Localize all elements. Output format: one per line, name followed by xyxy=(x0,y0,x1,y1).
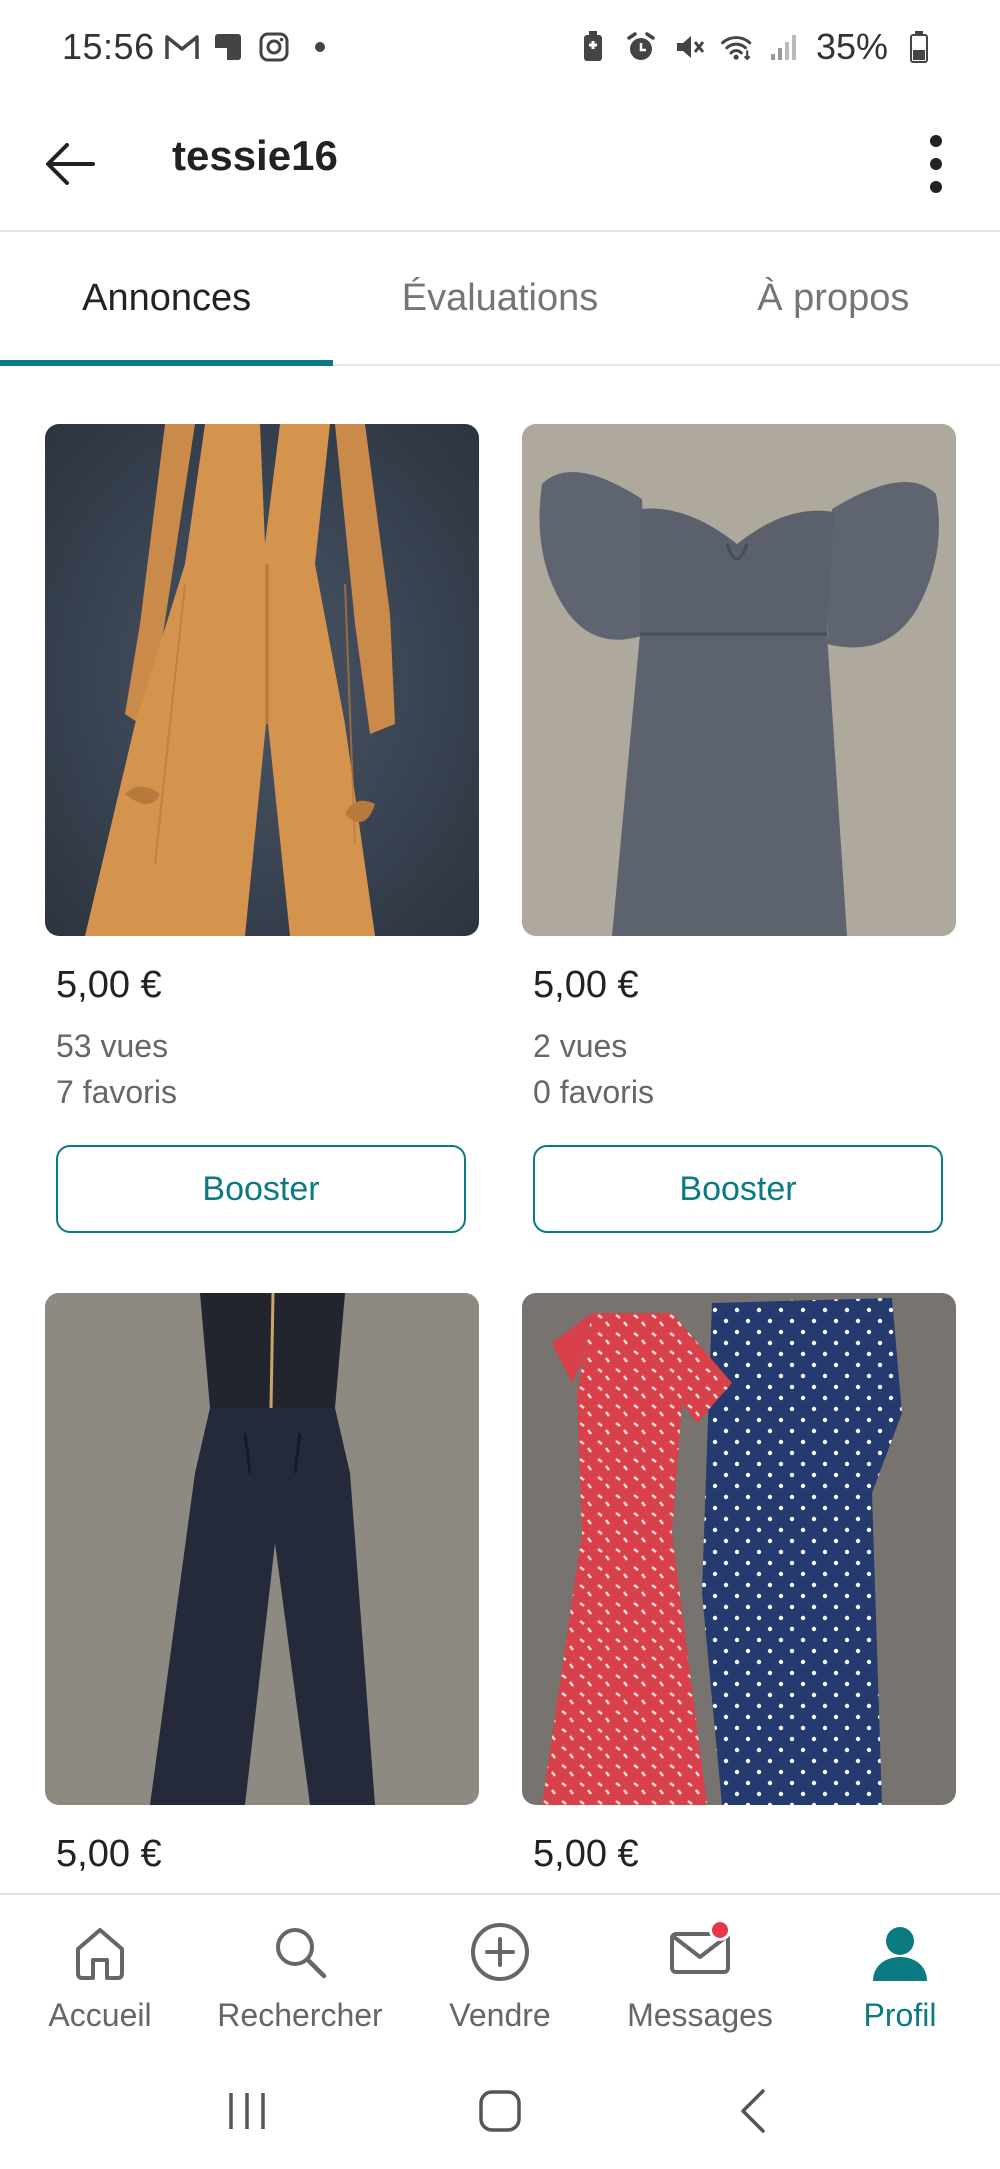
notification-badge xyxy=(709,1919,731,1941)
status-time: 15:56 xyxy=(62,26,155,67)
nav-messages[interactable]: Messages xyxy=(600,1895,800,2053)
recent-apps-icon xyxy=(228,2093,265,2129)
listing-photo[interactable] xyxy=(522,424,956,936)
back-button[interactable] xyxy=(30,124,110,204)
listing-card[interactable]: 5,00 € xyxy=(522,1293,956,1876)
plus-circle-icon xyxy=(465,1917,535,1987)
home-square-icon xyxy=(479,2090,521,2132)
alarm-icon xyxy=(624,30,658,64)
system-nav-bar xyxy=(0,2053,1000,2169)
battery-saver-icon xyxy=(576,30,610,64)
listing-price: 5,00 € xyxy=(56,964,162,1006)
listing-favorites: 0 favoris xyxy=(533,1074,654,1110)
dot-icon xyxy=(303,30,337,64)
tab-a-propos[interactable]: À propos xyxy=(667,232,1000,364)
person-icon xyxy=(865,1917,935,1987)
listing-card[interactable]: 5,00 € xyxy=(45,1293,479,1876)
nav-rechercher[interactable]: Rechercher xyxy=(200,1895,400,2053)
nav-label: Rechercher xyxy=(217,1997,383,2033)
app-icon xyxy=(211,30,245,64)
gmail-icon xyxy=(165,30,199,64)
listing-card[interactable]: 5,00 € 53 vues 7 favoris Booster xyxy=(45,424,479,1233)
home-icon xyxy=(65,1917,135,1987)
wifi-icon xyxy=(720,30,754,64)
listing-views: 2 vues xyxy=(533,1028,628,1064)
more-options-button[interactable] xyxy=(896,120,976,208)
listing-photo[interactable] xyxy=(45,1293,479,1805)
listing-card[interactable]: 5,00 € 2 vues 0 favoris Booster xyxy=(522,424,956,1233)
chevron-left-icon xyxy=(741,2089,766,2133)
bottom-nav: Accueil Rechercher Vendre Messages Profi… xyxy=(0,1893,1000,2053)
nav-label: Vendre xyxy=(449,1997,551,2033)
tab-evaluations[interactable]: Évaluations xyxy=(333,232,666,364)
app-bar: tessie16 xyxy=(0,96,1000,232)
listing-price: 5,00 € xyxy=(56,1833,162,1875)
profile-tabs: Annonces Évaluations À propos xyxy=(0,232,1000,366)
status-left-icons xyxy=(165,30,337,64)
listing-photo[interactable] xyxy=(45,424,479,936)
mute-icon xyxy=(672,30,706,64)
nav-accueil[interactable]: Accueil xyxy=(0,1895,200,2053)
listing-price: 5,00 € xyxy=(533,964,639,1006)
arrow-left-icon xyxy=(46,143,95,185)
nav-label: Accueil xyxy=(48,1997,152,2033)
nav-profil[interactable]: Profil xyxy=(800,1895,1000,2053)
nav-label: Messages xyxy=(627,1997,773,2033)
recent-apps-button[interactable] xyxy=(202,2066,292,2156)
home-button[interactable] xyxy=(455,2066,545,2156)
more-vertical-icon xyxy=(930,135,942,193)
nav-label: Profil xyxy=(863,1997,937,2033)
system-back-button[interactable] xyxy=(708,2066,798,2156)
screen: 15:56 35% tessie16 Annonces Évaluations … xyxy=(0,0,1000,2169)
booster-button[interactable]: Booster xyxy=(56,1145,466,1233)
mail-icon xyxy=(665,1917,735,1987)
listing-views: 53 vues xyxy=(56,1028,169,1064)
signal-icon xyxy=(768,30,802,64)
battery-icon xyxy=(902,30,936,64)
tab-annonces[interactable]: Annonces xyxy=(0,232,334,366)
listing-favorites: 7 favoris xyxy=(56,1074,177,1110)
search-icon xyxy=(265,1917,335,1987)
listing-price: 5,00 € xyxy=(533,1833,639,1875)
listing-photo[interactable] xyxy=(522,1293,956,1805)
booster-button[interactable]: Booster xyxy=(533,1145,943,1233)
instagram-icon xyxy=(257,30,291,64)
status-bar: 15:56 35% xyxy=(0,0,1000,96)
nav-vendre[interactable]: Vendre xyxy=(400,1895,600,2053)
profile-username: tessie16 xyxy=(172,132,338,179)
battery-percent: 35% xyxy=(815,26,888,67)
status-right-icons: 35% xyxy=(576,26,936,68)
